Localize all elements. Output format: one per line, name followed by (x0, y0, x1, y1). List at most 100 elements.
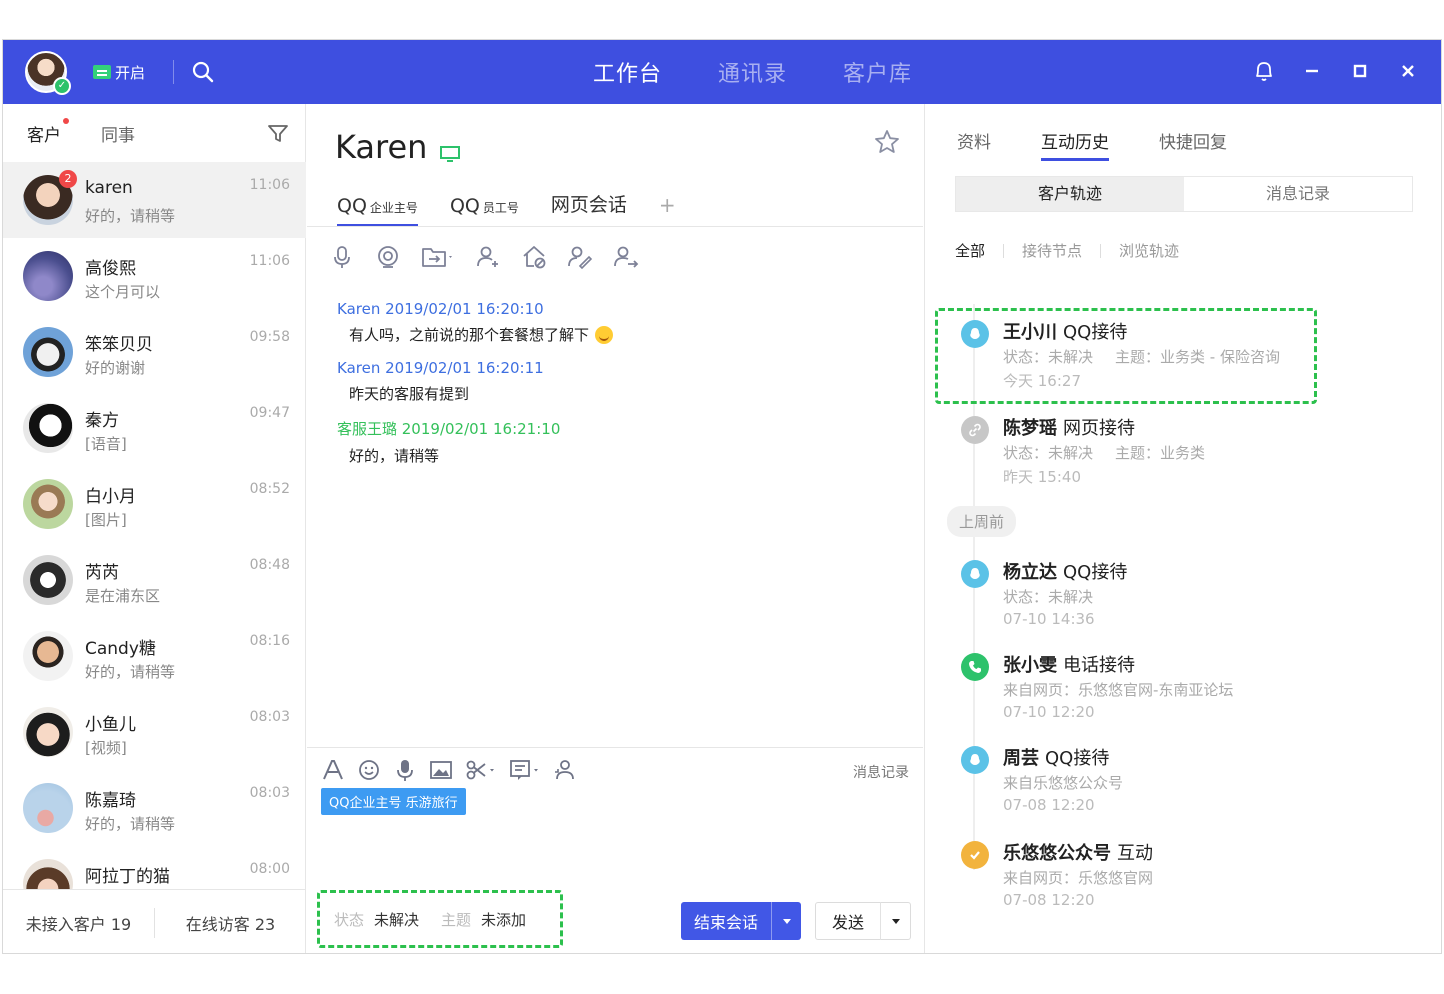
divider (307, 747, 923, 748)
channel-tag: QQ企业主号 乐游旅行 (321, 788, 466, 815)
pending-customers-count[interactable]: 未接入客户 19 (3, 911, 154, 935)
quick-reply-icon[interactable] (509, 758, 541, 782)
conversation-item[interactable]: 秦方 [语音] 09:47 (3, 390, 306, 466)
customer-name: 陈梦瑶 (1003, 418, 1057, 439)
customer-name: 周芸 (1003, 748, 1039, 769)
tab-label: 网页会话 (550, 194, 627, 216)
conversation-item[interactable]: 2 karen 好的，请稍等 11:06 (3, 162, 306, 238)
conversation-preview: 好的，请稍等 (85, 815, 176, 833)
emoji-icon[interactable] (357, 758, 381, 782)
microphone-icon[interactable] (329, 244, 355, 270)
timeline-time: 今天 16:27 (1003, 372, 1081, 390)
timeline-title: 乐悠悠公众号 互动 (1003, 839, 1153, 865)
topic-label: 主题 (441, 910, 472, 929)
screenshot-scissors-icon[interactable] (465, 758, 497, 782)
tab-interaction-history[interactable]: 互动历史 (1041, 128, 1109, 161)
timeline-title: 周芸 QQ接待 (1003, 744, 1109, 770)
conversation-time: 08:16 (249, 633, 290, 649)
topic-value[interactable]: 未添加 (481, 909, 526, 930)
filter-icon[interactable] (267, 124, 289, 144)
conversation-item[interactable]: 白小月 [图片] 08:52 (3, 466, 306, 542)
conversation-name: 白小月 (85, 487, 136, 507)
segment-message-records[interactable]: 消息记录 (1184, 177, 1412, 211)
nav-customer-library[interactable]: 客户库 (843, 56, 912, 88)
tab-profile[interactable]: 资料 (957, 128, 991, 161)
compose-toolbar (321, 758, 577, 782)
edit-contact-icon[interactable] (567, 244, 593, 270)
status-value[interactable]: 未解决 (374, 909, 419, 930)
transfer-contact-icon[interactable] (613, 244, 639, 270)
desktop-online-icon (440, 146, 460, 162)
add-channel-button[interactable]: + (659, 193, 676, 227)
reception-type: 网页接待 (1063, 418, 1135, 439)
image-icon[interactable] (429, 758, 453, 782)
timeline-time: 07-10 12:20 (1003, 703, 1095, 721)
detail-status: 状态：未解决 (1003, 348, 1094, 366)
timeline-time: 07-10 14:36 (1003, 610, 1095, 628)
bell-icon[interactable] (1251, 58, 1277, 84)
nav-workbench[interactable]: 工作台 (593, 56, 662, 88)
conversation-item[interactable]: 陈嘉琦 好的，请稍等 08:03 (3, 770, 306, 846)
conversation-item[interactable]: 笨笨贝贝 好的谢谢 09:58 (3, 314, 306, 390)
video-call-icon[interactable] (375, 244, 401, 270)
star-icon[interactable] (873, 128, 901, 156)
customer-name: 乐悠悠公众号 (1003, 843, 1111, 864)
info-tabs: 资料 互动历史 快捷回复 (957, 128, 1227, 161)
timeline-title: 王小川 QQ接待 (1003, 318, 1127, 344)
online-visitors-count[interactable]: 在线访客 23 (155, 911, 306, 935)
tab-colleagues[interactable]: 同事 (101, 121, 135, 146)
minimize-icon[interactable] (1299, 58, 1325, 84)
conversation-name: 芮芮 (85, 563, 119, 583)
filter-all[interactable]: 全部 (955, 240, 985, 261)
reception-type: QQ接待 (1045, 748, 1110, 769)
conversation-item[interactable]: 高俊熙 这个月可以 11:06 (3, 238, 306, 314)
send-button[interactable]: 发送 (815, 902, 911, 940)
message-header: 客服王璐 2019/02/01 16:21:10 (337, 420, 561, 438)
font-icon[interactable] (321, 758, 345, 782)
search-icon[interactable] (191, 60, 215, 84)
voice-message-icon[interactable] (393, 758, 417, 782)
qq-icon (961, 746, 989, 774)
reception-type: QQ接待 (1063, 322, 1128, 343)
message-item: 客服王璐 2019/02/01 16:21:10 好的，请稍等 (337, 418, 897, 466)
end-session-dropdown[interactable] (771, 902, 801, 940)
transfer-file-icon[interactable] (421, 244, 455, 270)
tab-web-chat[interactable]: 网页会话 (551, 190, 627, 227)
tab-sublabel: 员工号 (482, 201, 519, 215)
conversation-time: 08:52 (249, 481, 290, 497)
tab-qq-enterprise[interactable]: QQ 企业主号 (337, 195, 418, 227)
my-avatar[interactable]: ✓ (25, 51, 71, 95)
timeline-title: 张小雯 电话接待 (1003, 651, 1135, 677)
filter-reception-nodes[interactable]: 接待节点 (1022, 240, 1082, 261)
main-nav: 工作台 通讯录 客户库 (593, 40, 912, 104)
close-icon[interactable] (1395, 58, 1421, 84)
history-segment-control: 客户轨迹 消息记录 (955, 176, 1413, 212)
check-icon (961, 841, 989, 869)
end-session-button[interactable]: 结束会话 (681, 902, 801, 940)
send-options-dropdown[interactable] (880, 902, 910, 940)
tab-customers[interactable]: 客户 (27, 117, 69, 146)
home-block-icon[interactable] (521, 244, 547, 270)
customer-name: 杨立达 (1003, 562, 1057, 583)
send-label: 发送 (831, 913, 864, 932)
service-status-toggle[interactable]: 开启 (93, 62, 145, 82)
detail-source: 来自乐悠悠公众号 (1003, 774, 1124, 792)
add-contact-icon[interactable] (475, 244, 501, 270)
tab-qq-staff[interactable]: QQ 员工号 (450, 195, 519, 227)
timeline-detail: 来自网页：乐悠悠官网-东南亚论坛 (1003, 679, 1233, 700)
message-history-link[interactable]: 消息记录 (853, 762, 909, 782)
conversation-item[interactable]: 阿拉丁的猫 08:00 (3, 846, 306, 889)
filter-browse-track[interactable]: 浏览轨迹 (1119, 240, 1179, 261)
conversation-item[interactable]: 芮芮 是在浦东区 08:48 (3, 542, 306, 618)
tab-quick-reply[interactable]: 快捷回复 (1159, 128, 1227, 161)
conversation-sidebar: 客户 同事 2 karen 好的，请稍等 11:06 高俊熙 这个月可以 11:… (3, 104, 306, 953)
conversation-name: 秦方 (85, 411, 119, 431)
conversation-preview: 好的谢谢 (85, 359, 146, 377)
nav-contacts[interactable]: 通讯录 (718, 56, 787, 88)
conversation-item[interactable]: Candy糖 好的，请稍等 08:16 (3, 618, 306, 694)
send-contact-card-icon[interactable] (553, 758, 577, 782)
segment-customer-track[interactable]: 客户轨迹 (956, 177, 1184, 211)
maximize-icon[interactable] (1347, 58, 1373, 84)
conversation-item[interactable]: 小鱼儿 [视频] 08:03 (3, 694, 306, 770)
timeline-time: 07-08 12:20 (1003, 796, 1095, 814)
